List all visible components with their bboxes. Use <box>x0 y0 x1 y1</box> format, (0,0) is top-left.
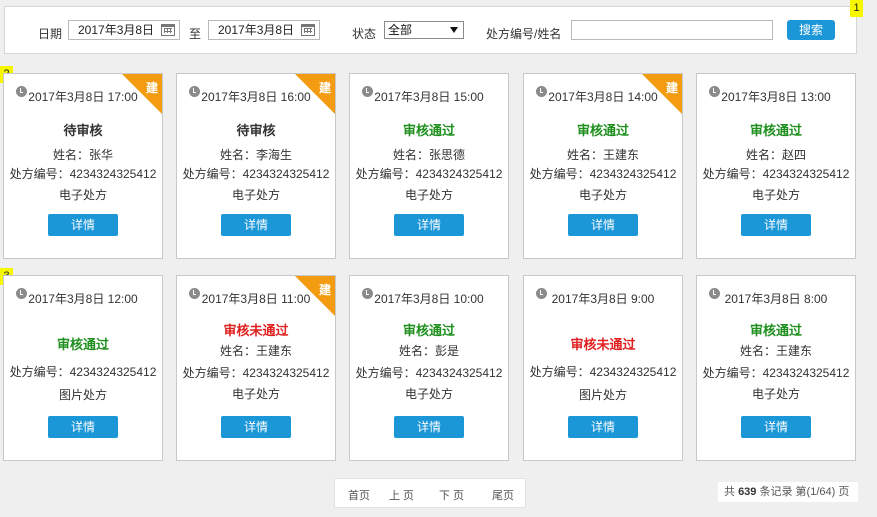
date-to-input[interactable]: 2017年3月8日 <box>208 20 320 40</box>
prescription-type: 电子处方 <box>58 188 107 202</box>
prescription-number: 处方编号：4234324325412 <box>702 366 850 380</box>
search-button[interactable]: 搜索 <box>787 20 835 40</box>
detail-button[interactable]: 详情 <box>221 214 291 236</box>
prescription-type: 电子处方 <box>751 387 800 401</box>
detail-button[interactable]: 详情 <box>741 214 811 236</box>
prev-page-link[interactable]: 上 页 <box>389 487 414 503</box>
prescription-type: 电子处方 <box>751 188 800 202</box>
prescription-card: 建 2017年3月8日 14:00 审核通过 姓名：王建东 处方编号：423432432… <box>523 73 683 259</box>
patient-name: 姓名：彭是 <box>398 344 459 358</box>
card-time: 2017年3月8日 15:00 <box>374 90 484 104</box>
date-to-value: 2017年3月8日 <box>218 23 295 37</box>
card-status: 审核通过 <box>576 123 629 138</box>
prescription-number: 处方编号：4234324325412 <box>9 167 157 181</box>
next-page-link[interactable]: 下 页 <box>439 487 464 503</box>
card-status: 审核通过 <box>402 323 455 338</box>
prescription-number: 处方编号：4234324325412 <box>355 366 503 380</box>
prescription-type: 电子处方 <box>404 188 453 202</box>
card-time: 2017年3月8日 9:00 <box>551 292 655 306</box>
prescription-number: 处方编号：4234324325412 <box>529 167 677 181</box>
search-label: 处方编号/姓名 <box>486 27 562 41</box>
detail-button[interactable]: 详情 <box>48 214 118 236</box>
card-time: 2017年3月8日 12:00 <box>28 292 138 306</box>
prescription-type: 电子处方 <box>578 188 627 202</box>
prescription-type: 电子处方 <box>231 188 280 202</box>
detail-button[interactable]: 详情 <box>568 416 638 438</box>
filter-bar: 日期 2017年3月8日 至 2017年3月8日 状态 全部 处方编号/姓名 搜… <box>4 6 857 54</box>
search-input[interactable] <box>571 20 773 40</box>
pagination: 首页 上 页 下 页 尾页 <box>334 478 526 508</box>
last-page-link[interactable]: 尾页 <box>492 487 514 503</box>
card-status: 审核通过 <box>402 123 455 138</box>
prescription-type: 电子处方 <box>231 387 280 401</box>
card-time: 2017年3月8日 13:00 <box>721 90 831 104</box>
prescription-card: 建 2017年3月8日 17:00 待审核 姓名：张华 处方编号：42343243254… <box>3 73 163 259</box>
prescription-number: 处方编号：4234324325412 <box>9 365 157 379</box>
patient-name: 姓名：张思德 <box>392 148 465 162</box>
prescription-card: 2017年3月8日 8:00 审核通过姓名：王建东处方编号：42343243254… <box>696 275 856 461</box>
detail-button[interactable]: 详情 <box>221 416 291 438</box>
patient-name: 姓名：赵四 <box>745 148 806 162</box>
status-select[interactable]: 全部 <box>384 21 464 39</box>
detail-button[interactable]: 详情 <box>394 214 464 236</box>
card-time: 2017年3月8日 10:00 <box>374 292 484 306</box>
date-label: 日期 <box>38 27 63 41</box>
prescription-card: 建 2017年3月8日 16:00 待审核 姓名：李海生 处方编号：4234324325… <box>176 73 336 259</box>
chevron-down-icon <box>450 27 458 33</box>
card-time: 2017年3月8日 14:00 <box>548 90 658 104</box>
prescription-type: 电子处方 <box>404 387 453 401</box>
prescription-number: 处方编号：4234324325412 <box>182 366 330 380</box>
summary-suffix: ) 页 <box>831 486 850 498</box>
prescription-number: 处方编号：4234324325412 <box>355 167 503 181</box>
prescription-card: 2017年3月8日 13:00 审核通过姓名：赵四处方编号：42343243254… <box>696 73 856 259</box>
card-status: 审核通过 <box>56 337 109 352</box>
card-time: 2017年3月8日 17:00 <box>28 90 138 104</box>
status-select-value: 全部 <box>388 23 413 37</box>
prescription-card: 2017年3月8日 15:00 审核通过姓名：张思德处方编号：4234324325… <box>349 73 509 259</box>
prescription-card: 2017年3月8日 10:00 审核通过姓名：彭是处方编号：42343243254… <box>349 275 509 461</box>
calendar-icon[interactable] <box>161 24 175 36</box>
card-time: 2017年3月8日 11:00 <box>201 292 311 306</box>
marker-1: 1 <box>850 0 863 17</box>
date-from-value: 2017年3月8日 <box>78 23 155 37</box>
date-from-input[interactable]: 2017年3月8日 <box>68 20 180 40</box>
summary-prefix: 共 <box>724 486 735 498</box>
patient-name: 姓名：王建东 <box>219 344 292 358</box>
record-summary: 共 639 条记录 第(1/64) 页 <box>718 482 858 502</box>
card-status: 审核未通过 <box>570 337 636 352</box>
card-status: 待审核 <box>63 123 103 138</box>
prescription-number: 处方编号：4234324325412 <box>529 365 677 379</box>
card-status: 审核通过 <box>749 123 802 138</box>
prescription-type: 图片处方 <box>578 388 627 402</box>
detail-button[interactable]: 详情 <box>394 416 464 438</box>
card-time: 2017年3月8日 8:00 <box>724 292 828 306</box>
patient-name: 姓名：张华 <box>52 148 113 162</box>
card-status: 审核通过 <box>749 323 802 338</box>
patient-name: 姓名：李海生 <box>219 148 292 162</box>
prescription-number: 处方编号：4234324325412 <box>182 167 330 181</box>
prescription-type: 图片处方 <box>58 388 107 402</box>
prescription-number: 处方编号：4234324325412 <box>702 167 850 181</box>
prescription-card: 2017年3月8日 9:00 审核未通过处方编号：4234324325412 图片处… <box>523 275 683 461</box>
detail-button[interactable]: 详情 <box>741 416 811 438</box>
summary-mid: 条记录 第( <box>759 486 811 498</box>
prescription-card: 2017年3月8日 12:00 审核通过处方编号：4234324325412 图片处… <box>3 275 163 461</box>
card-status: 待审核 <box>236 123 276 138</box>
first-page-link[interactable]: 首页 <box>348 487 370 503</box>
patient-name: 姓名：王建东 <box>566 148 639 162</box>
detail-button[interactable]: 详情 <box>568 214 638 236</box>
prescription-card: 建 2017年3月8日 11:00 审核未通过 姓名：王建东 处方编号：42343243… <box>176 275 336 461</box>
patient-name: 姓名：王建东 <box>739 344 812 358</box>
total-count: 639 <box>738 486 757 498</box>
to-label: 至 <box>189 27 202 41</box>
card-status: 审核未通过 <box>223 323 289 338</box>
detail-button[interactable]: 详情 <box>48 416 118 438</box>
status-label: 状态 <box>352 27 377 41</box>
page-indicator: 1/64 <box>810 486 832 498</box>
calendar-icon[interactable] <box>301 24 315 36</box>
card-time: 2017年3月8日 16:00 <box>201 90 311 104</box>
